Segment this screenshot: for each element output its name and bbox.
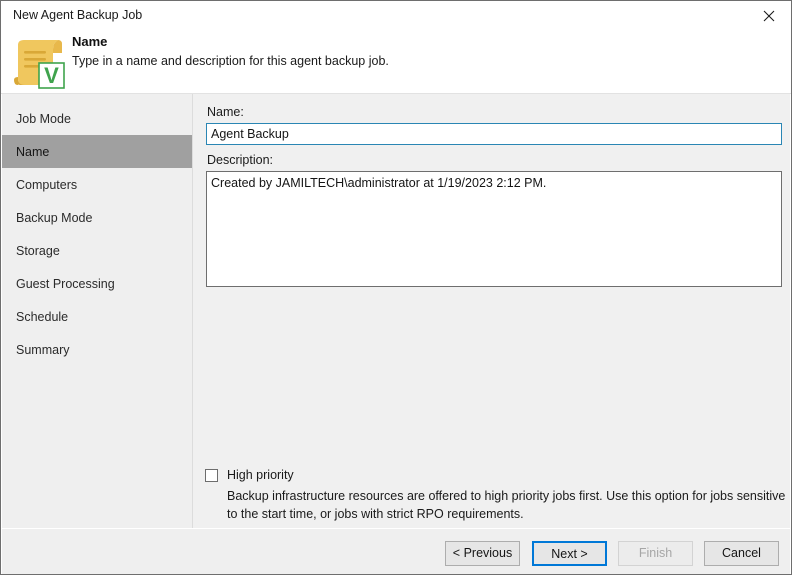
name-input[interactable]: [206, 123, 782, 145]
sidebar-item-label: Backup Mode: [16, 211, 92, 225]
cancel-button[interactable]: Cancel: [704, 541, 779, 566]
dialog-header: V Name Type in a name and description fo…: [1, 32, 791, 93]
header-subtitle: Type in a name and description for this …: [72, 54, 389, 68]
finish-button: Finish: [618, 541, 693, 566]
dialog-footer: < Previous Next > Finish Cancel: [2, 529, 790, 575]
sidebar-item-label: Guest Processing: [16, 277, 115, 291]
high-priority-description: Backup infrastructure resources are offe…: [227, 488, 787, 524]
close-button[interactable]: [747, 1, 791, 31]
wizard-step-list: Job Mode Name Computers Backup Mode Stor…: [2, 94, 192, 366]
sidebar-item-backup-mode[interactable]: Backup Mode: [2, 201, 192, 234]
svg-text:V: V: [44, 63, 59, 88]
description-input[interactable]: Created by JAMILTECH\administrator at 1/…: [206, 171, 782, 287]
description-label: Description:: [207, 153, 273, 167]
window-title: New Agent Backup Job: [13, 8, 142, 22]
sidebar-item-label: Summary: [16, 343, 69, 357]
sidebar-item-label: Computers: [16, 178, 77, 192]
close-icon: [763, 10, 775, 22]
sidebar-item-schedule[interactable]: Schedule: [2, 300, 192, 333]
title-bar: New Agent Backup Job: [1, 1, 791, 32]
sidebar-item-computers[interactable]: Computers: [2, 168, 192, 201]
sidebar-item-storage[interactable]: Storage: [2, 234, 192, 267]
wizard-step-sidebar: Job Mode Name Computers Backup Mode Stor…: [2, 94, 192, 528]
name-label: Name:: [207, 105, 244, 119]
sidebar-item-label: Name: [16, 145, 49, 159]
sidebar-item-summary[interactable]: Summary: [2, 333, 192, 366]
sidebar-item-label: Job Mode: [16, 112, 71, 126]
main-panel: Name: Description: Created by JAMILTECH\…: [193, 94, 790, 528]
sidebar-item-job-mode[interactable]: Job Mode: [2, 102, 192, 135]
header-title: Name: [72, 34, 107, 49]
sidebar-item-name[interactable]: Name: [2, 135, 192, 168]
previous-button[interactable]: < Previous: [445, 541, 520, 566]
sidebar-item-label: Storage: [16, 244, 60, 258]
sidebar-item-label: Schedule: [16, 310, 68, 324]
high-priority-checkbox[interactable]: [205, 469, 218, 482]
next-button[interactable]: Next >: [532, 541, 607, 566]
sidebar-item-guest-processing[interactable]: Guest Processing: [2, 267, 192, 300]
high-priority-label: High priority: [227, 468, 294, 482]
high-priority-row[interactable]: High priority: [205, 468, 294, 482]
dialog-window: New Agent Backup Job: [0, 0, 792, 575]
document-with-veeam-v-icon: V: [12, 35, 70, 91]
